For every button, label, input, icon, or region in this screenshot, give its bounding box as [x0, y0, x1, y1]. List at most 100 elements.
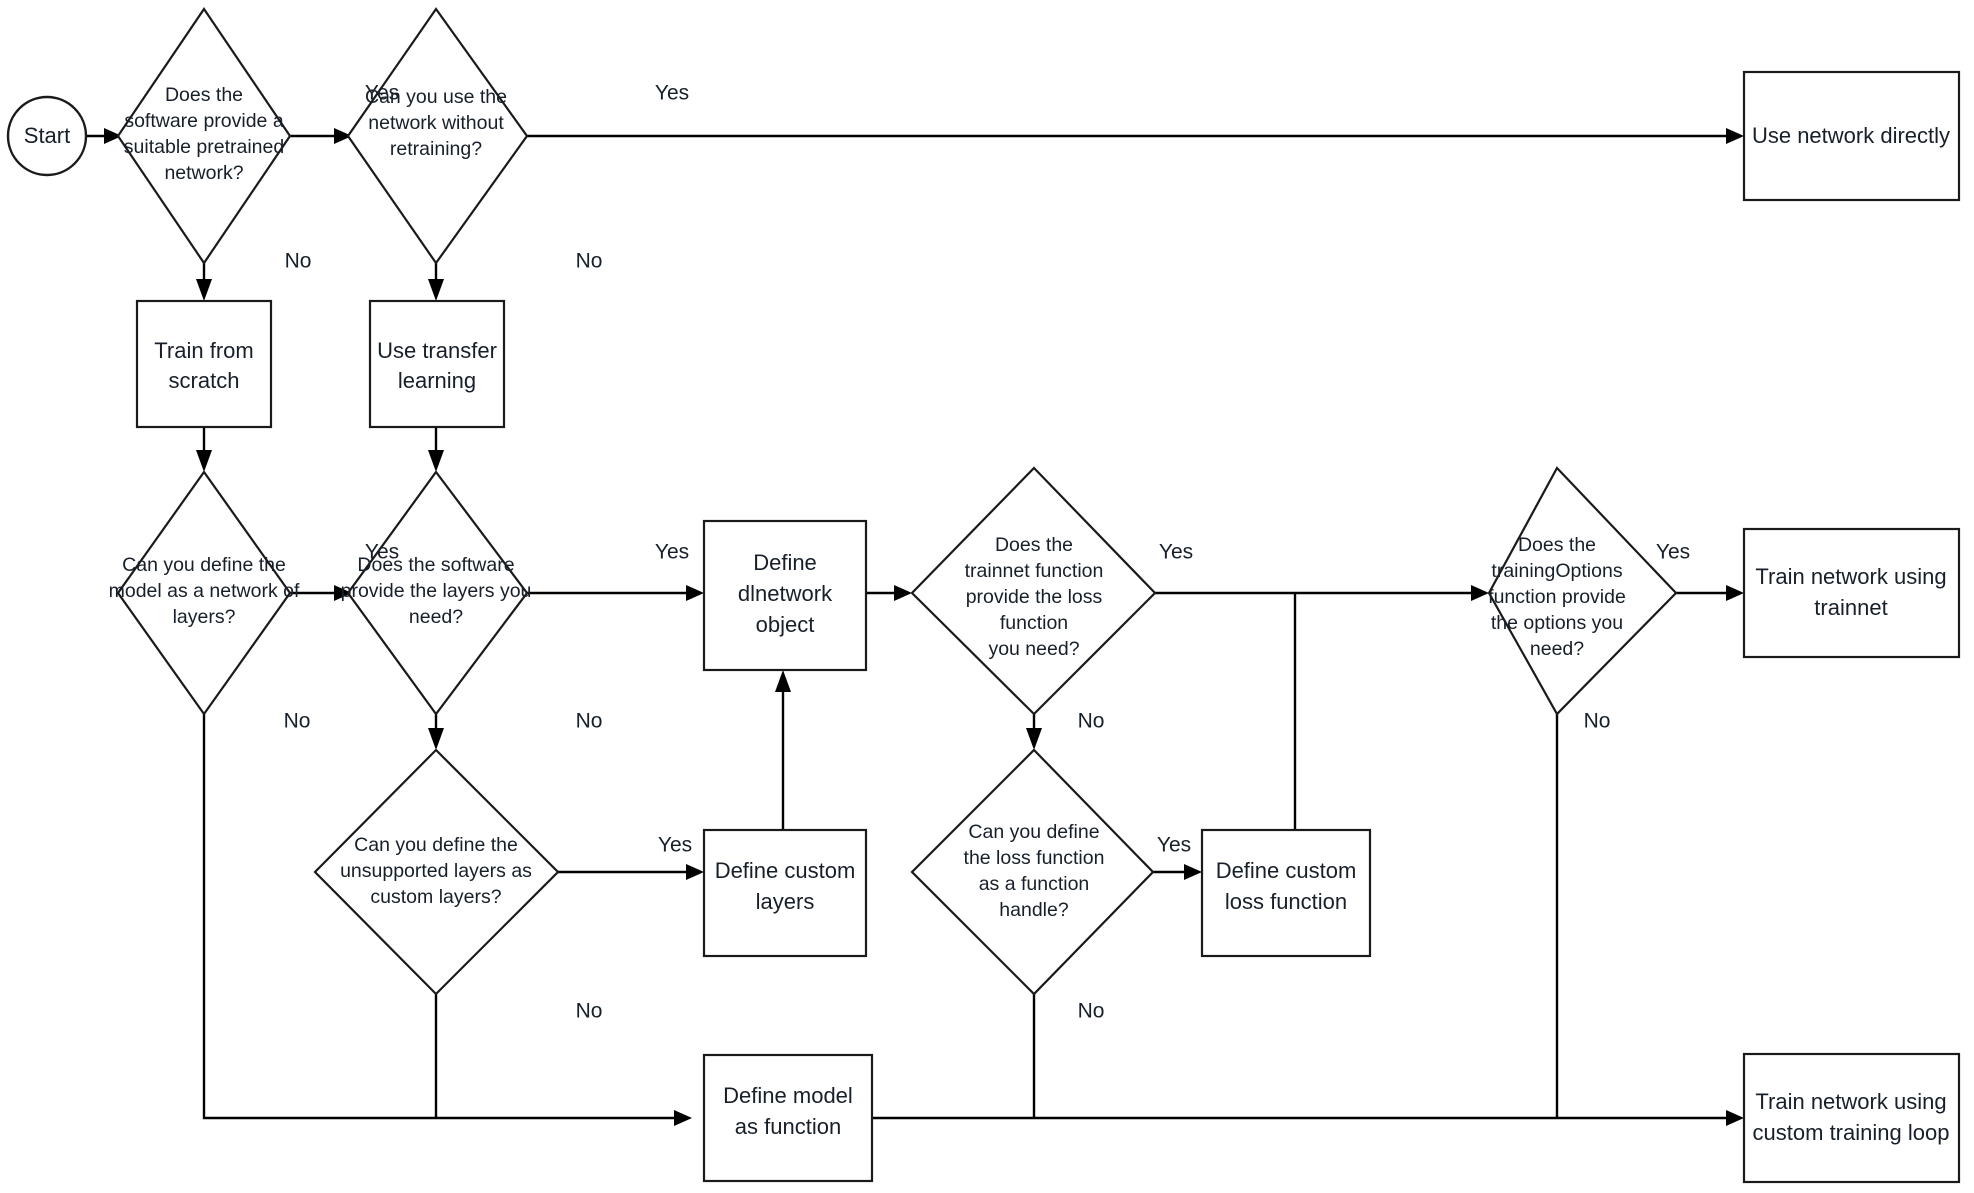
define-custom-loss-line-0: Define custom: [1216, 858, 1357, 883]
use-network-directly-line-0: Use network directly: [1752, 123, 1950, 148]
arrow-head-transfer-to-softwarelayers: [428, 450, 444, 472]
decision-loss-fn-handle-line-3: handle?: [999, 899, 1069, 921]
decision-training-options-line-4: need?: [1530, 638, 1584, 660]
start-label: Start: [24, 123, 70, 148]
edge-label-lossfnhandle-yes: Yes: [1157, 834, 1191, 857]
arrow-head-dlnetwork-to-trainnetloss: [894, 585, 912, 601]
train-custom-loop-box: [1742, 1052, 1961, 1184]
flowchart-svg: Start Does the software provide a suitab…: [6, 7, 1961, 1184]
use-transfer-learning-line-0: Use transfer: [377, 338, 497, 363]
decision-software-layers-line-2: need?: [409, 606, 463, 628]
arrow-head-modellayers-no: [674, 1110, 692, 1126]
node-define-dlnetwork[interactable]: Define dlnetwork object: [702, 519, 868, 672]
define-model-as-function-line-0: Define model: [723, 1083, 853, 1108]
train-from-scratch-box: [135, 299, 273, 429]
decision-training-options-line-3: the options you: [1491, 612, 1623, 634]
define-custom-layers-line-1: layers: [756, 889, 815, 914]
node-define-custom-layers[interactable]: Define custom layers: [702, 828, 868, 958]
edge-label-lossfnhandle-no: No: [1078, 1000, 1105, 1023]
edge-label-trainnetloss-no: No: [1078, 710, 1105, 733]
edge-label-pretrained-no: No: [285, 250, 312, 273]
decision-no-retrain-line-2: retraining?: [390, 138, 482, 160]
edge-label-softwarelayers-yes: Yes: [655, 541, 689, 564]
train-using-trainnet-line-1: trainnet: [1814, 595, 1887, 620]
decision-pretrained-line-2: suitable pretrained: [124, 136, 284, 158]
node-decision-loss-fn-handle[interactable]: Can you define the loss function as a fu…: [910, 748, 1155, 996]
arrow-head-softwarelayers-no: [428, 728, 444, 750]
arrow-head-scratch-to-modellayers: [196, 450, 212, 472]
decision-model-as-layers-line-1: model as a network of: [109, 580, 300, 602]
decision-loss-fn-handle-line-1: the loss function: [964, 847, 1105, 869]
arrow-head-customlayers-to-dlnetwork: [775, 670, 791, 692]
define-dlnetwork-line-0: Define: [753, 550, 817, 575]
decision-trainnet-loss-line-3: function: [1000, 612, 1068, 634]
define-dlnetwork-line-2: object: [756, 612, 815, 637]
decision-pretrained-line-3: network?: [164, 162, 243, 184]
decision-trainnet-loss-line-1: trainnet function: [965, 560, 1104, 582]
train-from-scratch-line-1: scratch: [169, 368, 240, 393]
node-define-model-as-function[interactable]: Define model as function: [702, 1053, 874, 1183]
train-using-trainnet-box: [1742, 527, 1961, 659]
train-from-scratch-line-0: Train from: [154, 338, 253, 363]
use-transfer-learning-line-1: learning: [398, 368, 476, 393]
arrow-head-trainnetloss-no: [1026, 728, 1042, 750]
node-train-from-scratch[interactable]: Train from scratch: [135, 299, 273, 429]
decision-model-as-layers-line-0: Can you define the: [122, 554, 286, 576]
arrow-head-trainingoptions-yes: [1726, 585, 1744, 601]
edge-label-customlayersq-no: No: [576, 1000, 603, 1023]
define-custom-layers-line-0: Define custom: [715, 858, 856, 883]
decision-loss-fn-handle-line-0: Can you define: [968, 821, 1099, 843]
define-dlnetwork-line-1: dlnetwork: [738, 581, 833, 606]
node-decision-software-layers[interactable]: Does the software provide the layers you…: [341, 470, 532, 716]
node-start[interactable]: Start: [6, 95, 88, 177]
edge-label-trainingoptions-no: No: [1584, 710, 1611, 733]
arrow-head-modelasfunction-to-customloop: [1726, 1110, 1744, 1126]
arrow-head-lossfnhandle-yes: [1184, 864, 1202, 880]
node-train-using-trainnet[interactable]: Train network using trainnet: [1742, 527, 1961, 659]
arrow-head-trainnetloss-yes: [1471, 585, 1489, 601]
decision-trainnet-loss-line-2: provide the loss: [966, 586, 1103, 608]
edge-label-noretrain-yes: Yes: [655, 82, 689, 105]
node-decision-pretrained[interactable]: Does the software provide a suitable pre…: [116, 7, 292, 265]
flowchart-canvas: Start Does the software provide a suitab…: [0, 0, 1974, 1193]
node-decision-model-as-layers[interactable]: Can you define the model as a network of…: [109, 470, 300, 716]
edge-label-softwarelayers-no: No: [576, 710, 603, 733]
decision-custom-layers-line-2: custom layers?: [370, 886, 501, 908]
define-model-as-function-line-1: as function: [735, 1114, 841, 1139]
node-define-custom-loss[interactable]: Define custom loss function: [1200, 828, 1372, 958]
node-use-network-directly[interactable]: Use network directly: [1742, 70, 1961, 202]
decision-software-layers-line-1: provide the layers you: [341, 580, 532, 602]
node-use-transfer-learning[interactable]: Use transfer learning: [368, 299, 506, 429]
arrow-head-softwarelayers-yes: [686, 585, 704, 601]
decision-pretrained-line-1: software provide a: [124, 110, 283, 132]
node-decision-training-options[interactable]: Does the trainingOptions function provid…: [1487, 466, 1678, 716]
decision-custom-layers-line-1: unsupported layers as: [340, 860, 532, 882]
decision-trainnet-loss-line-0: Does the: [995, 534, 1073, 556]
train-custom-loop-line-0: Train network using: [1755, 1089, 1946, 1114]
arrow-head-customlayersq-yes: [686, 864, 704, 880]
decision-training-options-line-1: trainingOptions: [1491, 560, 1622, 582]
decision-trainnet-loss-line-4: you need?: [988, 638, 1079, 660]
edge-label-modellayers-yes: Yes: [365, 541, 399, 564]
define-custom-loss-line-1: loss function: [1225, 889, 1347, 914]
node-decision-custom-layers[interactable]: Can you define the unsupported layers as…: [313, 748, 560, 996]
edge-label-trainingoptions-yes: Yes: [1656, 541, 1690, 564]
train-custom-loop-line-1: custom training loop: [1753, 1120, 1950, 1145]
decision-training-options-line-2: function provide: [1488, 586, 1626, 608]
train-using-trainnet-line-0: Train network using: [1755, 564, 1946, 589]
edge-label-customlayersq-yes: Yes: [658, 834, 692, 857]
decision-loss-fn-handle-line-2: as a function: [979, 873, 1090, 895]
edge-label-noretrain-no: No: [576, 250, 603, 273]
edge-label-trainnetloss-yes: Yes: [1159, 541, 1193, 564]
node-decision-no-retrain[interactable]: Can you use the network without retraini…: [346, 7, 529, 265]
node-decision-trainnet-loss[interactable]: Does the trainnet function provide the l…: [910, 466, 1157, 716]
decision-model-as-layers-line-2: layers?: [173, 606, 236, 628]
node-train-custom-loop[interactable]: Train network using custom training loop: [1742, 1052, 1961, 1184]
decision-no-retrain-diamond: [346, 7, 529, 265]
decision-loss-fn-handle-diamond: [910, 748, 1155, 996]
edge-label-pretrained-yes: Yes: [365, 82, 399, 105]
arrow-head-noretrain-yes: [1726, 128, 1744, 144]
arrow-head-pretrained-no: [196, 279, 212, 301]
decision-custom-layers-line-0: Can you define the: [354, 834, 518, 856]
decision-training-options-line-0: Does the: [1518, 534, 1596, 556]
